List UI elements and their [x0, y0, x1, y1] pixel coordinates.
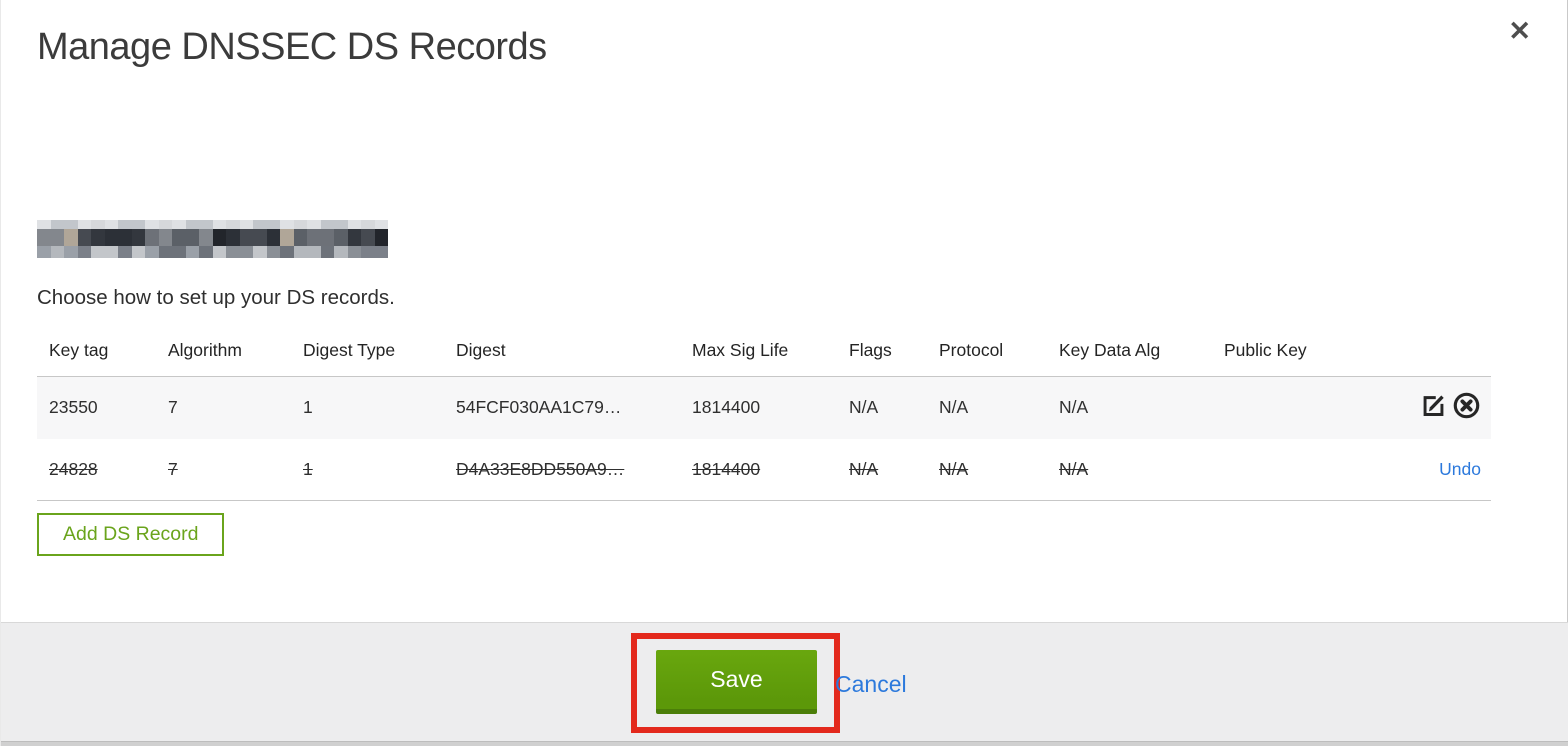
cell-digest: D4A33E8DD550A9…: [444, 438, 680, 501]
manage-dnssec-modal: { "modal": { "title": "Manage DNSSEC DS …: [0, 0, 1568, 746]
cell-public-key: [1212, 377, 1362, 439]
edit-icon[interactable]: [1420, 392, 1447, 424]
cell-digest-type: 1: [303, 397, 313, 418]
col-header-protocol: Protocol: [927, 328, 1047, 377]
add-ds-record-button[interactable]: Add DS Record: [37, 513, 225, 556]
col-header-flags: Flags: [837, 328, 927, 377]
cell-algorithm: 7: [168, 397, 178, 418]
cell-key-data-alg: N/A: [1047, 438, 1212, 501]
cell-public-key: [1212, 438, 1362, 501]
redacted-pixel-row: [37, 220, 388, 229]
table-row-deleted: 24828 7 1 D4A33E8DD550A9… 1814400 N/A N/…: [37, 438, 1491, 501]
instruction-text: Choose how to set up your DS records.: [37, 286, 395, 309]
col-header-actions: [1362, 328, 1491, 377]
cell-key-tag: 23550: [49, 397, 98, 418]
cell-digest-type: 1: [291, 438, 444, 501]
redacted-pixel-row: [37, 229, 388, 246]
page-title: Manage DNSSEC DS Records: [37, 26, 547, 68]
table-header-row: Key tag Algorithm Digest Type Digest Max…: [37, 328, 1491, 377]
cell-flags: N/A: [849, 397, 879, 418]
cell-key-data-alg: N/A: [1059, 397, 1089, 418]
cancel-link[interactable]: Cancel: [835, 671, 907, 698]
row-actions: [1362, 377, 1491, 439]
cell-flags: N/A: [837, 438, 927, 501]
modal-footer: Save Cancel: [1, 622, 1568, 746]
cell-protocol: N/A: [927, 438, 1047, 501]
cell-protocol: N/A: [939, 397, 969, 418]
col-header-key-tag: Key tag: [37, 328, 156, 377]
redacted-pixel-row: [37, 246, 388, 258]
col-header-key-data-alg: Key Data Alg: [1047, 328, 1212, 377]
cell-digest: 54FCF030AA1C79…: [456, 397, 622, 418]
col-header-digest-type: Digest Type: [291, 328, 444, 377]
cell-max-sig-life: 1814400: [692, 397, 761, 418]
close-icon[interactable]: ✕: [1508, 18, 1531, 45]
col-header-digest: Digest: [444, 328, 680, 377]
remove-circle-icon[interactable]: [1452, 391, 1481, 425]
cell-key-tag: 24828: [37, 438, 156, 501]
col-header-public-key: Public Key: [1212, 328, 1362, 377]
modal-bottom-edge: [1, 741, 1568, 746]
row-actions: Undo: [1362, 438, 1491, 501]
col-header-max-sig-life: Max Sig Life: [680, 328, 837, 377]
save-button[interactable]: Save: [656, 650, 817, 714]
cell-algorithm: 7: [156, 438, 291, 501]
cell-max-sig-life: 1814400: [680, 438, 837, 501]
undo-link[interactable]: Undo: [1439, 459, 1481, 479]
col-header-algorithm: Algorithm: [156, 328, 291, 377]
table-row: 23550 7 1 54FCF030AA1C79… 1814400 N/A N/…: [37, 376, 1491, 439]
redacted-domain-name: [37, 220, 388, 258]
ds-records-table: Key tag Algorithm Digest Type Digest Max…: [37, 328, 1491, 501]
